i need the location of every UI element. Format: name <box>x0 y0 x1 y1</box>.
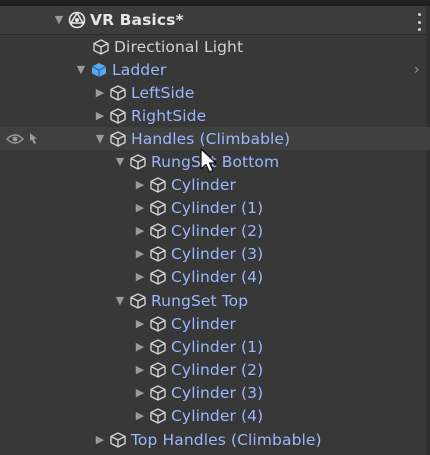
item-label: Cylinder (4) <box>171 406 264 425</box>
hierarchy-item-cylinder-2[interactable]: ▶ Cylinder (2) <box>0 358 430 381</box>
cube-outline-icon <box>149 338 167 356</box>
collapse-arrow-icon[interactable]: ▶ <box>133 270 147 284</box>
cube-outline-icon <box>149 384 167 402</box>
cube-outline-icon <box>129 153 147 171</box>
item-label: RungSet Top <box>151 291 249 310</box>
expand-arrow-icon[interactable]: ▼ <box>93 132 107 146</box>
expand-arrow-icon[interactable]: ▼ <box>113 155 127 169</box>
hierarchy-tree: Directional Light ▼ Ladder › ▶ LeftSide … <box>0 35 430 455</box>
hierarchy-item-handles[interactable]: ▼ Handles (Climbable) <box>0 127 430 150</box>
cube-outline-icon <box>149 199 167 217</box>
hierarchy-item-directional-light[interactable]: Directional Light <box>0 35 430 58</box>
hierarchy-item-leftside[interactable]: ▶ LeftSide <box>0 81 430 104</box>
unity-logo-icon <box>68 10 86 29</box>
collapse-arrow-icon[interactable]: ▶ <box>133 340 147 354</box>
item-label: Top Handles (Climbable) <box>131 430 322 449</box>
item-label: Cylinder (2) <box>171 360 264 379</box>
item-label: Cylinder (4) <box>171 267 264 286</box>
cube-outline-icon <box>149 176 167 194</box>
cube-outline-icon <box>149 268 167 286</box>
hierarchy-item-cylinder[interactable]: ▶ Cylinder <box>0 312 430 335</box>
scene-header-row[interactable]: ▼ VR Basics* <box>0 6 430 35</box>
item-label: Cylinder <box>171 175 236 194</box>
collapse-arrow-icon[interactable]: ▶ <box>133 247 147 261</box>
collapse-arrow-icon[interactable]: ▶ <box>133 386 147 400</box>
chevron-right-icon[interactable]: › <box>414 63 424 77</box>
scene-title: VR Basics* <box>90 10 184 29</box>
collapse-arrow-icon[interactable]: ▶ <box>93 433 107 447</box>
item-label: Ladder <box>112 60 167 79</box>
scene-row[interactable]: ▼ VR Basics* <box>0 8 430 31</box>
item-label: Cylinder (1) <box>171 337 264 356</box>
collapse-arrow-icon[interactable]: ▶ <box>133 409 147 423</box>
expand-arrow-icon[interactable]: ▼ <box>113 294 127 308</box>
hierarchy-item-top-handles[interactable]: ▶ Top Handles (Climbable) <box>0 428 430 451</box>
collapse-arrow-icon[interactable]: ▶ <box>93 86 107 100</box>
hierarchy-item-cylinder-1[interactable]: ▶ Cylinder (1) <box>0 196 430 219</box>
cube-outline-icon <box>109 107 127 125</box>
hierarchy-item-rungset-top[interactable]: ▼ RungSet Top <box>0 289 430 312</box>
item-label: Directional Light <box>114 37 244 56</box>
hierarchy-item-cylinder-4[interactable]: ▶ Cylinder (4) <box>0 265 430 288</box>
item-label: Cylinder (3) <box>171 383 264 402</box>
item-label: RightSide <box>131 106 207 125</box>
cube-outline-icon <box>109 431 127 449</box>
expand-arrow-icon[interactable]: ▼ <box>74 63 88 77</box>
cube-outline-icon <box>109 84 127 102</box>
eye-icon[interactable] <box>6 133 24 145</box>
hand-pointer-icon[interactable] <box>27 132 41 146</box>
item-label: Cylinder <box>171 314 236 333</box>
collapse-arrow-icon[interactable]: ▶ <box>133 178 147 192</box>
collapse-arrow-icon[interactable]: ▶ <box>133 224 147 238</box>
row-gutter <box>6 127 41 150</box>
cube-outline-icon <box>149 361 167 379</box>
item-label: Cylinder (1) <box>171 198 264 217</box>
cube-outline-icon <box>109 130 127 148</box>
prefab-cube-icon <box>90 61 108 79</box>
cube-outline-icon <box>149 222 167 240</box>
item-label: Cylinder (3) <box>171 244 264 263</box>
item-label: Handles (Climbable) <box>131 129 291 148</box>
cube-outline-icon <box>149 245 167 263</box>
item-label: LeftSide <box>131 83 195 102</box>
collapse-arrow-icon[interactable]: ▶ <box>133 363 147 377</box>
collapse-arrow-icon[interactable]: ▶ <box>133 201 147 215</box>
cube-outline-icon <box>92 38 110 56</box>
cube-outline-icon <box>129 292 147 310</box>
hierarchy-item-cylinder-2[interactable]: ▶ Cylinder (2) <box>0 219 430 242</box>
mouse-cursor-icon <box>200 148 217 173</box>
cube-outline-icon <box>149 407 167 425</box>
hierarchy-item-rightside[interactable]: ▶ RightSide <box>0 104 430 127</box>
hierarchy-item-cylinder-3[interactable]: ▶ Cylinder (3) <box>0 242 430 265</box>
hierarchy-item-cylinder[interactable]: ▶ Cylinder <box>0 173 430 196</box>
collapse-arrow-icon[interactable]: ▶ <box>93 109 107 123</box>
kebab-menu-icon[interactable] <box>416 13 422 31</box>
item-label: Cylinder (2) <box>171 221 264 240</box>
cube-outline-icon <box>149 315 167 333</box>
hierarchy-item-cylinder-1[interactable]: ▶ Cylinder (1) <box>0 335 430 358</box>
hierarchy-item-cylinder-3[interactable]: ▶ Cylinder (3) <box>0 381 430 404</box>
expand-arrow-icon[interactable]: ▼ <box>52 13 66 27</box>
hierarchy-item-ladder[interactable]: ▼ Ladder › <box>0 58 430 81</box>
hierarchy-item-cylinder-4[interactable]: ▶ Cylinder (4) <box>0 404 430 427</box>
collapse-arrow-icon[interactable]: ▶ <box>133 317 147 331</box>
